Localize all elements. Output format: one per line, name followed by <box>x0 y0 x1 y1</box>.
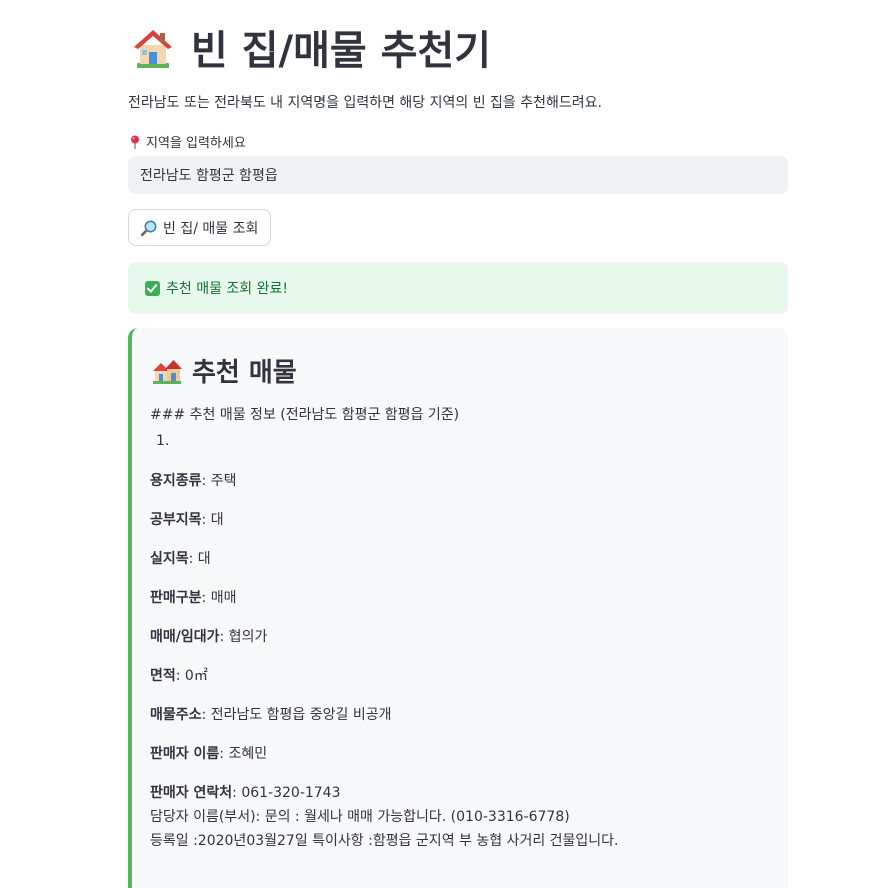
field-label: 판매구분 <box>150 590 202 606</box>
recommendation-card: 추천 매물 ### 추천 매물 정보 (전라남도 함평군 함평읍 기준) 1. … <box>128 328 788 888</box>
success-alert: 추천 매물 조회 완료! <box>128 262 788 314</box>
field-actual-land-category: 실지목: 대 <box>150 548 211 568</box>
field-registration-note: 등록일 :2020년03월27일 특이사항 :함평읍 군지역 부 농협 사거리 … <box>150 833 619 849</box>
field-label: 판매자 이름 <box>150 746 220 762</box>
page-description: 전라남도 또는 전라북도 내 지역명을 입력하면 해당 지역의 빈 집을 추천해… <box>128 95 602 111</box>
page-title-text: 빈 집/매물 추천기 <box>191 28 492 74</box>
field-address: 매물주소: 전라남도 함평읍 중앙길 비공개 <box>150 704 392 724</box>
page-title: 빈 집/매물 추천기 <box>131 18 491 76</box>
region-input-label-text: 지역을 입력하세요 <box>146 136 246 151</box>
check-mark-button-icon <box>145 280 160 296</box>
region-input[interactable] <box>128 156 788 194</box>
field-label: 용지종류 <box>150 473 202 489</box>
round-pushpin-icon <box>130 135 140 149</box>
field-label: 매매/임대가 <box>150 629 220 645</box>
search-button[interactable]: 빈 집/ 매물 조회 <box>128 209 272 246</box>
field-value: : 061-320-1743 <box>232 785 341 801</box>
field-value: : 조혜민 <box>219 746 268 762</box>
recommendation-intro: ### 추천 매물 정보 (전라남도 함평군 함평읍 기준) <box>150 407 460 423</box>
field-value: : 매매 <box>201 590 237 606</box>
field-area: 면적: 0㎡ <box>150 665 208 685</box>
houses-emoji-icon <box>152 357 182 385</box>
field-value: : 협의가 <box>219 629 268 645</box>
field-value: : 대 <box>188 551 211 567</box>
field-label: 면적 <box>150 668 176 684</box>
success-message: 추천 매물 조회 완료! <box>166 281 289 297</box>
field-value: : 0㎡ <box>175 668 208 684</box>
field-label: 매물주소 <box>150 707 202 723</box>
field-label: 판매자 연락처 <box>150 785 233 801</box>
field-price: 매매/임대가: 협의가 <box>150 626 267 646</box>
search-button-label: 빈 집/ 매물 조회 <box>163 220 259 237</box>
recommendation-title: 추천 매물 <box>152 352 297 389</box>
field-land-type: 용지종류: 주택 <box>150 470 236 490</box>
field-value: : 대 <box>201 512 224 528</box>
field-label: 공부지목 <box>150 512 202 528</box>
field-value: : 전라남도 함평읍 중앙길 비공개 <box>201 707 392 723</box>
region-input-label: 지역을 입력하세요 <box>130 132 246 151</box>
magnifying-glass-icon <box>140 220 157 236</box>
field-sale-type: 판매구분: 매매 <box>150 587 236 607</box>
field-official-land-category: 공부지목: 대 <box>150 509 224 529</box>
field-seller-contact: 판매자 연락처: 061-320-1743 <box>150 782 341 802</box>
field-seller-name: 판매자 이름: 조혜민 <box>150 743 267 763</box>
list-number: 1. <box>156 433 170 449</box>
recommendation-title-text: 추천 매물 <box>192 358 297 388</box>
house-emoji-icon <box>131 25 175 69</box>
field-manager-note: 담당자 이름(부서): 문의 : 월세나 매매 가능합니다. (010-3316… <box>150 809 570 825</box>
field-value: : 주택 <box>201 473 237 489</box>
field-label: 실지목 <box>150 551 189 567</box>
